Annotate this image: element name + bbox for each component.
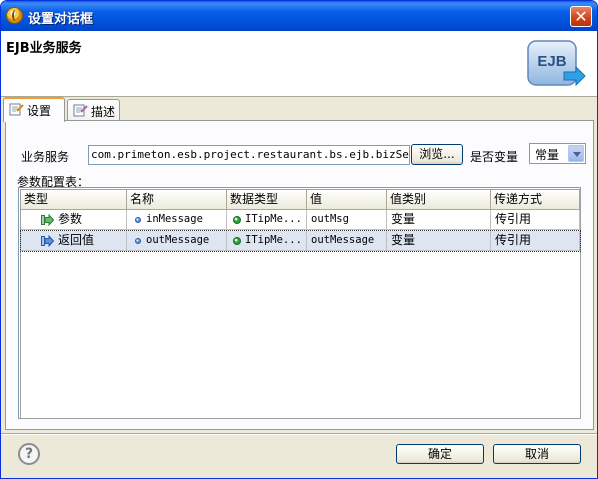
service-field[interactable]: com.primeton.esb.project.restaurant.bs.e… [88,145,410,165]
type-text: 参数 [58,212,83,226]
settings-page-icon [9,103,24,116]
datatype-cell: ITipMe... [227,231,307,251]
pass-mode-cell[interactable]: 传引用 [491,210,580,230]
ok-button[interactable]: 确定 [396,444,484,464]
settings-dialog: 设置对话框 ✕ EJB业务服务 EJB 设置 描述 业务服务 com.prime… [0,0,598,479]
footer-divider [1,433,597,435]
field-icon [135,217,141,223]
description-page-icon [73,104,88,117]
class-icon [233,216,241,224]
name-cell: outMessage [127,231,227,251]
pass-mode-text: 传引用 [495,233,532,247]
name-text: outMessage [146,234,210,246]
variable-select-value: 常量 [535,148,560,162]
ejb-logo-text: EJB [537,53,566,70]
class-icon [233,237,241,245]
variable-select[interactable]: 常量 [529,143,586,164]
type-text: 返回值 [58,233,95,247]
type-cell: 参数 [21,210,127,230]
value-text: outMsg [311,213,349,225]
table-row[interactable]: 参数 inMessage ITipMe... outMsg 变量 传引用 [21,210,580,230]
value-category-cell[interactable]: 变量 [387,231,491,251]
name-text: inMessage [146,213,203,225]
tab-description[interactable]: 描述 [67,99,120,121]
type-cell: 返回值 [21,231,127,251]
value-cell[interactable]: outMessage [307,231,387,251]
value-category-cell[interactable]: 变量 [387,210,491,230]
tab-settings[interactable]: 设置 [3,97,65,122]
column-header-name[interactable]: 名称 [127,190,227,210]
service-label: 业务服务 [21,150,70,164]
return-value-icon [41,235,54,247]
browse-button[interactable]: 浏览... [411,144,463,165]
table-row[interactable]: 返回值 outMessage ITipMe... outMessage 变量 传… [20,230,581,252]
ejb-logo-icon: EJB [527,40,586,87]
tab-bar: 设置 描述 [1,97,597,122]
chevron-down-icon[interactable] [568,145,584,162]
column-header-value[interactable]: 值 [307,190,387,210]
dialog-banner: EJB业务服务 EJB [1,31,597,97]
column-header-value-category[interactable]: 值类别 [387,190,491,210]
column-header-type[interactable]: 类型 [21,190,127,210]
close-icon: ✕ [574,7,588,26]
cancel-button[interactable]: 取消 [493,444,581,464]
is-variable-label: 是否变量 [470,150,519,164]
window-title: 设置对话框 [28,12,94,27]
value-category-text: 变量 [391,212,416,226]
pass-mode-cell[interactable]: 传引用 [491,231,580,251]
column-header-datatype[interactable]: 数据类型 [227,190,307,210]
title-bar[interactable]: 设置对话框 ✕ [1,1,597,31]
app-logo-icon [6,7,23,24]
name-cell: inMessage [127,210,227,230]
pass-mode-text: 传引用 [495,212,532,226]
settings-panel: 业务服务 com.primeton.esb.project.restaurant… [5,120,594,430]
param-in-icon [41,214,54,226]
datatype-text: ITipMe... [245,213,302,225]
field-icon [135,238,141,244]
value-category-text: 变量 [391,233,416,247]
param-table: 类型 名称 数据类型 值 值类别 传递方式 参数 inMessage ITipM… [18,187,581,419]
value-text: outMessage [311,234,375,246]
datatype-cell: ITipMe... [227,210,307,230]
tab-description-label: 描述 [91,105,116,119]
close-button[interactable]: ✕ [570,6,592,27]
column-header-pass-mode[interactable]: 传递方式 [491,190,580,210]
help-icon[interactable]: ? [18,443,40,465]
tab-settings-label: 设置 [27,104,52,118]
value-cell[interactable]: outMsg [307,210,387,230]
banner-title: EJB业务服务 [6,41,82,56]
datatype-text: ITipMe... [245,234,302,246]
